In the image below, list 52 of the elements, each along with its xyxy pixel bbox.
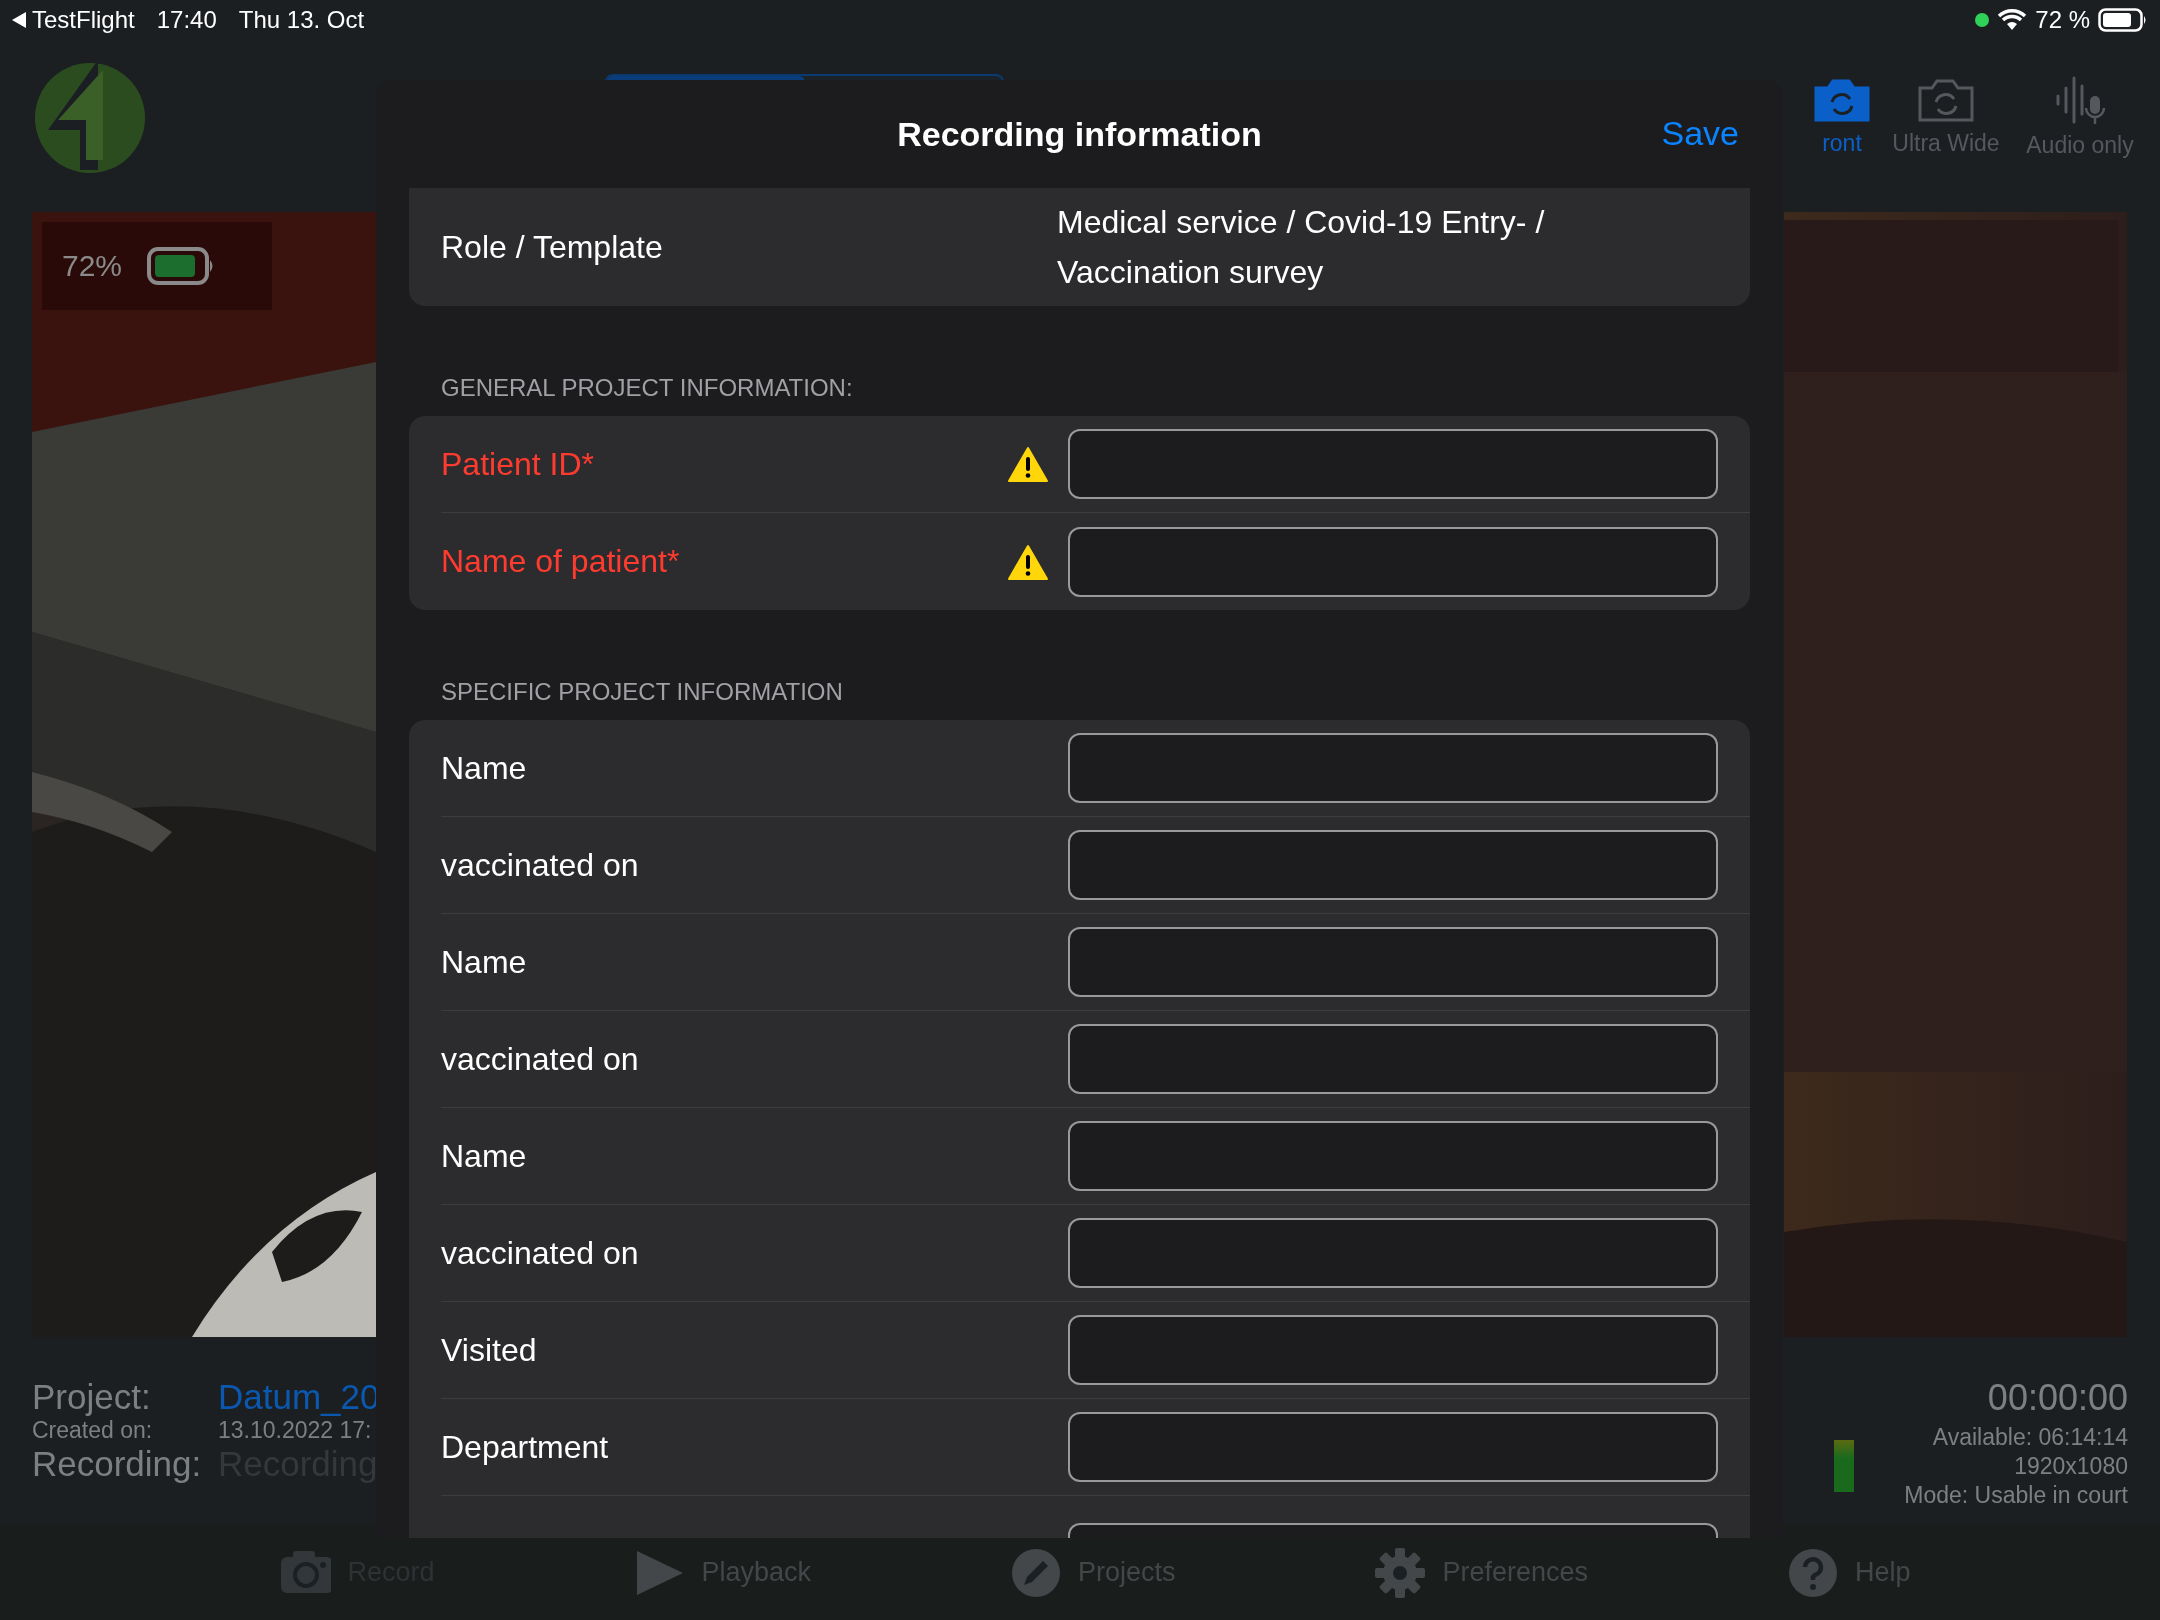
input-field[interactable]	[1068, 1024, 1718, 1094]
input-field[interactable]	[1068, 1121, 1718, 1191]
camera-mode-button[interactable]: Ultra Wide	[1886, 74, 2006, 159]
input-field[interactable]	[1068, 927, 1718, 997]
battery-percent: 72 %	[2035, 6, 2090, 34]
settings-icon	[1374, 1546, 1427, 1599]
info-label: Recording:	[32, 1444, 203, 1484]
input-field[interactable]	[1068, 733, 1718, 803]
field-label: Name	[441, 943, 528, 981]
input-field[interactable]	[1068, 1315, 1718, 1385]
input-field[interactable]	[1068, 1412, 1718, 1482]
section-header: GENERAL PROJECT INFORMATION:	[440, 373, 854, 403]
dialog-title: Recording information	[897, 114, 1262, 154]
status-text: Available: 06:14:14	[1932, 1423, 2128, 1452]
help-icon	[1786, 1546, 1839, 1599]
level-meter	[1834, 1440, 1855, 1492]
date-text: Thu 13. Oct	[238, 6, 365, 34]
info-label: Project:	[32, 1377, 152, 1417]
field-label: Visited	[441, 1331, 538, 1369]
section-header: SPECIFIC PROJECT INFORMATION	[440, 677, 844, 707]
field-label: vaccinated on	[441, 846, 640, 884]
input-field[interactable]	[1068, 429, 1718, 499]
battery-icon	[2098, 8, 2148, 32]
input-field[interactable]	[1068, 1218, 1718, 1288]
battery-percent: 72%	[62, 249, 123, 283]
back-icon[interactable]	[12, 12, 26, 28]
field-label: Patient ID*	[441, 445, 595, 483]
status-text: Mode: Usable in court	[1904, 1481, 2128, 1510]
info-label: Created on:	[32, 1417, 154, 1444]
field-label: vaccinated on	[441, 1040, 640, 1078]
input-field[interactable]	[1068, 830, 1718, 900]
input-field[interactable]	[1068, 526, 1718, 597]
warning-icon	[1008, 543, 1048, 580]
back-link[interactable]: TestFlight	[32, 6, 135, 34]
clock-time: 17:40	[156, 6, 217, 34]
wifi-icon	[1997, 8, 2028, 32]
field-label: Name	[441, 1137, 528, 1175]
status-text: 1920x1080	[2014, 1452, 2128, 1481]
pencil-icon	[1009, 1546, 1062, 1599]
timer-text: 00:00:00	[1987, 1377, 2128, 1419]
field-label: vaccinated on	[441, 1234, 640, 1272]
save-link[interactable]: Save	[1661, 114, 1739, 153]
camera-indicator-icon	[1975, 13, 1990, 27]
camera-mode-button[interactable]: Audio only	[2020, 74, 2140, 159]
role-value: Medical service / Covid-19 Entry- / Vaccination survey	[1057, 203, 1546, 292]
camera-mode-button[interactable]: ront	[1812, 74, 1872, 159]
field-label: Department	[441, 1428, 610, 1466]
warning-icon	[1008, 446, 1048, 482]
field-label: Name of patient*	[441, 543, 681, 580]
field-label: Name	[441, 749, 528, 787]
row-label: Role / Template	[441, 228, 664, 266]
info-value: 13.10.2022 17:	[218, 1417, 373, 1444]
